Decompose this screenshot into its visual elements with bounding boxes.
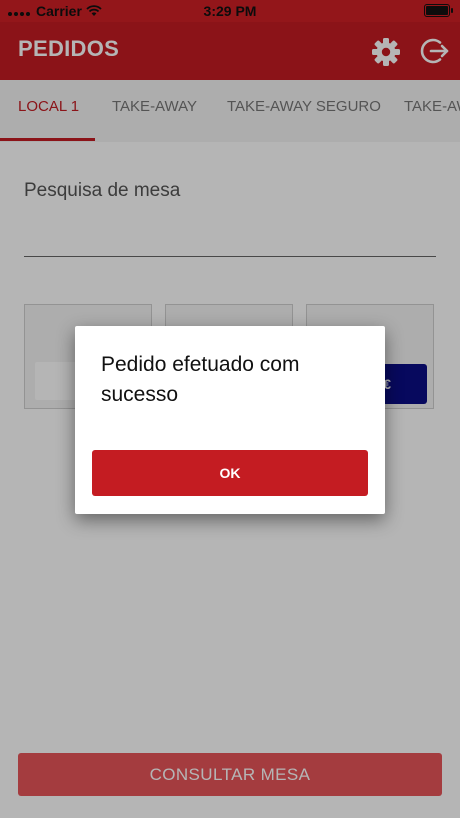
- success-dialog: Pedido efetuado com sucesso OK: [75, 326, 385, 514]
- ok-button[interactable]: OK: [92, 450, 368, 496]
- dialog-message: Pedido efetuado com sucesso: [101, 353, 300, 406]
